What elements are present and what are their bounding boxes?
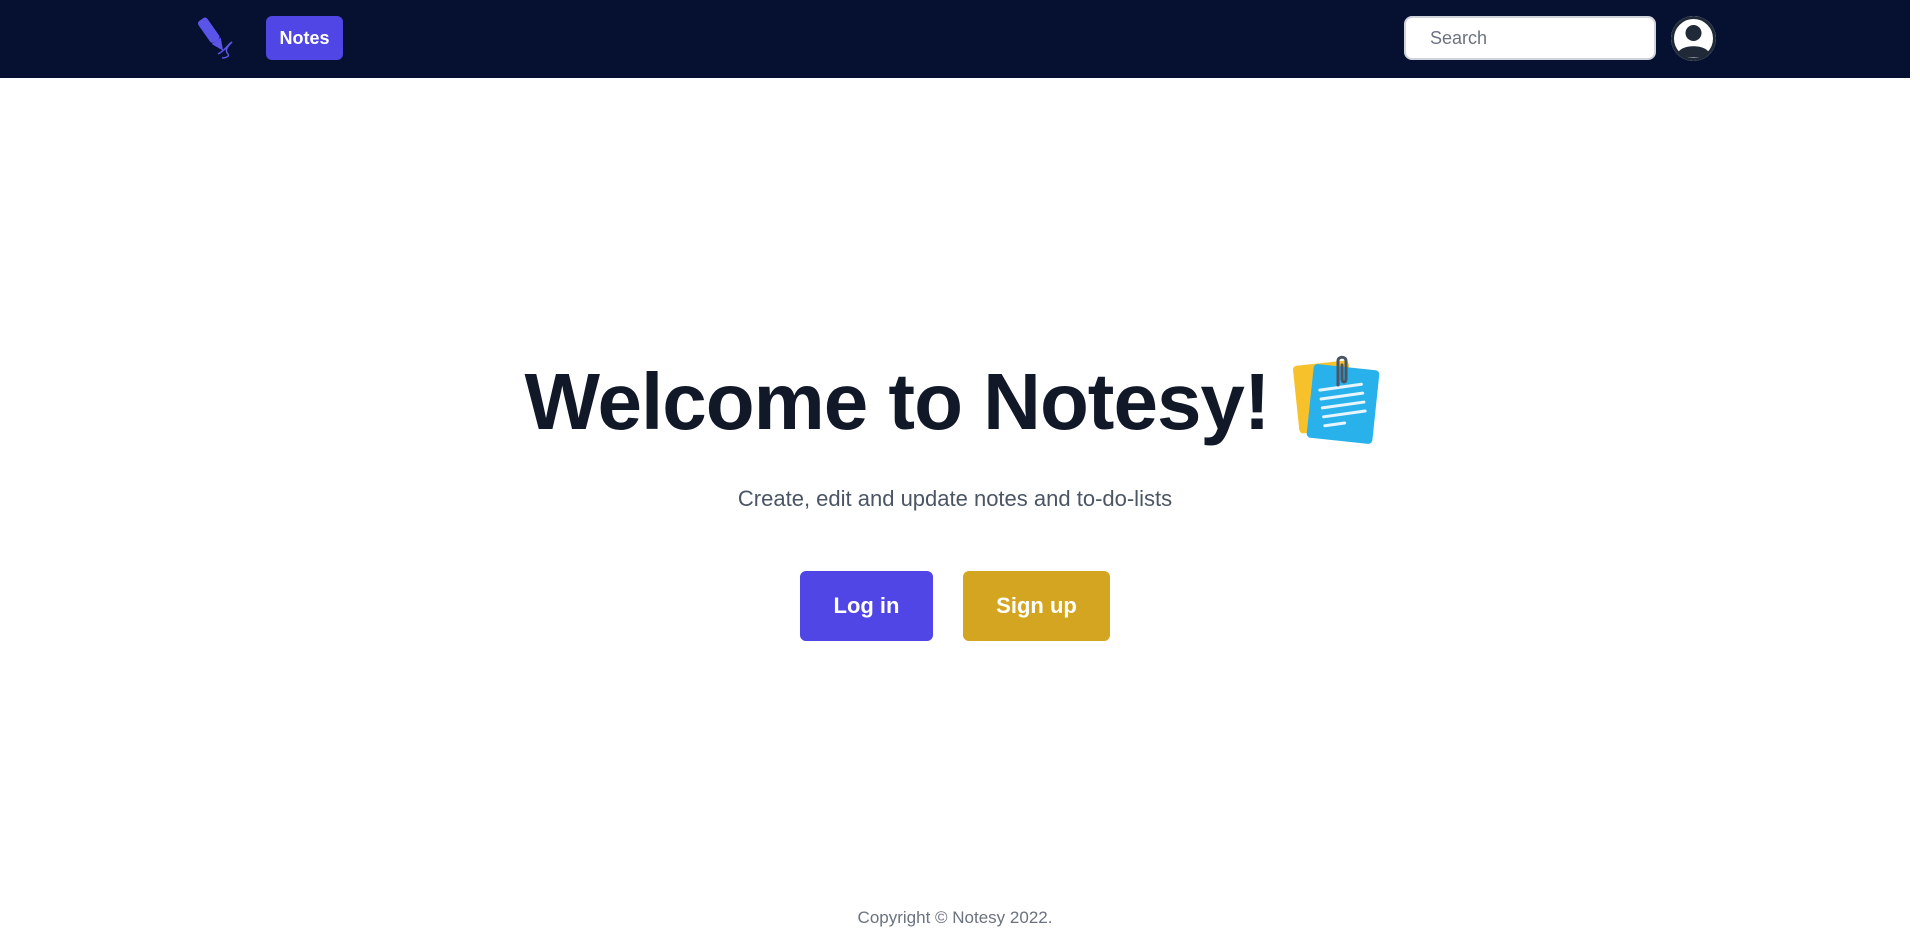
- hero-subtitle: Create, edit and update notes and to-do-…: [737, 486, 1173, 511]
- top-navbar: Notes: [0, 0, 1910, 78]
- search-input[interactable]: [1404, 16, 1656, 60]
- notes-nav-button[interactable]: Notes: [266, 16, 343, 60]
- user-avatar-icon[interactable]: [1671, 16, 1716, 61]
- signup-button[interactable]: Sign up: [963, 571, 1110, 641]
- login-button[interactable]: Log in: [800, 571, 933, 641]
- auth-buttons: Log in Sign up: [0, 571, 1910, 641]
- notepad-icon: [1292, 353, 1386, 447]
- page-title: Welcome to Notesy!: [524, 357, 1270, 446]
- fountain-pen-icon[interactable]: [192, 14, 240, 62]
- hero-heading: Welcome to Notesy!: [0, 352, 1910, 452]
- footer-copyright: Copyright © Notesy 2022.: [857, 908, 1053, 927]
- page-scrollbar[interactable]: [1910, 0, 1920, 930]
